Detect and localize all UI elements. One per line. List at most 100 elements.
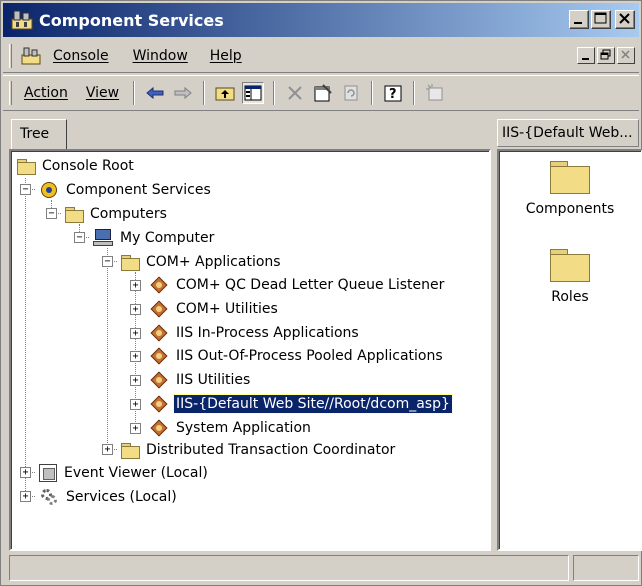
expand-toggle[interactable]: + bbox=[130, 304, 141, 315]
menu-bar: Console Window Help bbox=[3, 39, 639, 73]
collapse-toggle[interactable]: − bbox=[102, 256, 113, 267]
menu-console[interactable]: Console bbox=[53, 48, 109, 64]
maximize-button[interactable] bbox=[591, 10, 611, 29]
help-icon: ? bbox=[384, 85, 402, 102]
component-services-icon bbox=[39, 180, 59, 200]
component-services-window: Component Services Console Window Help A… bbox=[0, 0, 642, 586]
collapse-toggle[interactable]: − bbox=[20, 184, 31, 195]
com-application-icon bbox=[149, 418, 169, 438]
tree-node-computers[interactable]: Computers bbox=[65, 203, 169, 225]
tree-node-my-computer[interactable]: My Computer bbox=[93, 227, 216, 249]
toolbar-separator bbox=[273, 81, 276, 105]
com-application-icon bbox=[149, 323, 169, 343]
forward-button[interactable] bbox=[172, 82, 194, 104]
tree-node-app[interactable]: IIS Out-Of-Process Pooled Applications bbox=[149, 345, 445, 367]
menu-help[interactable]: Help bbox=[210, 48, 242, 64]
com-application-icon bbox=[149, 394, 169, 414]
details-pane-header: IIS-{Default Web... bbox=[497, 119, 639, 147]
expand-toggle[interactable]: + bbox=[130, 280, 141, 291]
back-button[interactable] bbox=[144, 82, 166, 104]
maximize-icon bbox=[594, 12, 607, 24]
tree-label: IIS Utilities bbox=[176, 372, 251, 388]
minimize-icon bbox=[582, 58, 589, 60]
up-folder-icon bbox=[215, 87, 235, 101]
status-pane-secondary bbox=[573, 555, 639, 581]
properties-button[interactable] bbox=[312, 82, 334, 104]
tree-node-event-viewer[interactable]: Event Viewer (Local) bbox=[39, 462, 210, 484]
tree-node-console-root[interactable]: Console Root bbox=[17, 155, 136, 177]
com-application-icon bbox=[149, 370, 169, 390]
tree-connector bbox=[25, 178, 26, 501]
status-bar bbox=[9, 555, 639, 583]
tree-node-app[interactable]: COM+ Utilities bbox=[149, 298, 280, 320]
mdi-close-button[interactable] bbox=[617, 47, 635, 64]
folder-icon bbox=[550, 161, 590, 194]
tree-node-component-services[interactable]: Component Services bbox=[39, 179, 213, 201]
tree-label: COM+ QC Dead Letter Queue Listener bbox=[176, 277, 445, 293]
menu-action[interactable]: Action bbox=[24, 85, 68, 101]
expand-toggle[interactable]: + bbox=[130, 399, 141, 410]
minimize-icon bbox=[574, 22, 582, 24]
collapse-toggle[interactable]: − bbox=[74, 232, 85, 243]
tree-node-app[interactable]: System Application bbox=[149, 417, 313, 439]
tree-node-app[interactable]: COM+ QC Dead Letter Queue Listener bbox=[149, 274, 446, 296]
restore-icon bbox=[600, 49, 611, 60]
details-item-label: Components bbox=[525, 201, 615, 217]
tree-node-dtc[interactable]: Distributed Transaction Coordinator bbox=[121, 439, 397, 461]
tree-label: Distributed Transaction Coordinator bbox=[146, 442, 396, 458]
tree-pane[interactable]: Console Root − Component Services − Comp… bbox=[9, 149, 491, 551]
tree-node-com-applications[interactable]: COM+ Applications bbox=[121, 251, 283, 273]
refresh-icon bbox=[344, 85, 358, 101]
minimize-button[interactable] bbox=[569, 10, 589, 29]
details-item-roles[interactable]: Roles bbox=[499, 249, 641, 305]
title-bar[interactable]: Component Services bbox=[3, 3, 639, 37]
com-application-icon bbox=[149, 275, 169, 295]
com-application-icon bbox=[149, 299, 169, 319]
tree-label: Console Root bbox=[42, 158, 134, 174]
tree-node-services[interactable]: Services (Local) bbox=[39, 486, 179, 508]
tree-node-app[interactable]: IIS Utilities bbox=[149, 369, 252, 391]
expand-toggle[interactable]: + bbox=[130, 328, 141, 339]
menubar-grip[interactable] bbox=[9, 43, 12, 68]
expand-toggle[interactable]: + bbox=[20, 491, 31, 502]
mdi-restore-button[interactable] bbox=[597, 47, 615, 64]
toolbar-separator bbox=[413, 81, 416, 105]
menu-window[interactable]: Window bbox=[133, 48, 188, 64]
expand-toggle[interactable]: + bbox=[102, 444, 113, 455]
tree-label: My Computer bbox=[120, 230, 215, 246]
folder-icon bbox=[65, 207, 84, 223]
menu-view[interactable]: View bbox=[86, 85, 119, 101]
expand-toggle[interactable]: + bbox=[20, 467, 31, 478]
status-pane-main bbox=[9, 555, 569, 581]
delete-button[interactable] bbox=[284, 82, 306, 104]
tab-tree[interactable]: Tree bbox=[11, 119, 67, 151]
back-arrow-icon bbox=[146, 86, 164, 100]
new-window-button[interactable] bbox=[424, 82, 446, 104]
refresh-button[interactable] bbox=[340, 82, 362, 104]
toolbar-separator bbox=[203, 81, 206, 105]
tree-label: IIS Out-Of-Process Pooled Applications bbox=[176, 348, 443, 364]
tree-connector bbox=[107, 248, 108, 451]
expand-toggle[interactable]: + bbox=[130, 375, 141, 386]
delete-x-icon bbox=[288, 86, 302, 100]
tree-label: Computers bbox=[90, 206, 167, 222]
computer-icon bbox=[93, 229, 113, 247]
toolbar-separator bbox=[371, 81, 374, 105]
expand-toggle[interactable]: + bbox=[130, 351, 141, 362]
close-button[interactable] bbox=[615, 10, 635, 29]
help-button[interactable]: ? bbox=[382, 82, 404, 104]
collapse-toggle[interactable]: − bbox=[46, 208, 57, 219]
show-hide-tree-button[interactable] bbox=[242, 82, 265, 104]
toolbar-grip[interactable] bbox=[9, 81, 12, 105]
tree-label: COM+ Applications bbox=[146, 254, 281, 270]
tree-node-app[interactable]: IIS In-Process Applications bbox=[149, 322, 361, 344]
folder-icon bbox=[550, 249, 590, 282]
details-item-components[interactable]: Components bbox=[499, 161, 641, 217]
details-pane[interactable]: Components Roles bbox=[497, 149, 642, 551]
details-item-label: Roles bbox=[551, 289, 589, 305]
tree-label: System Application bbox=[176, 420, 311, 436]
up-one-level-button[interactable] bbox=[214, 82, 236, 104]
mdi-minimize-button[interactable] bbox=[577, 47, 595, 64]
expand-toggle[interactable]: + bbox=[130, 423, 141, 434]
tree-node-app-selected[interactable]: IIS-{Default Web Site//Root/dcom_asp} bbox=[149, 393, 453, 415]
